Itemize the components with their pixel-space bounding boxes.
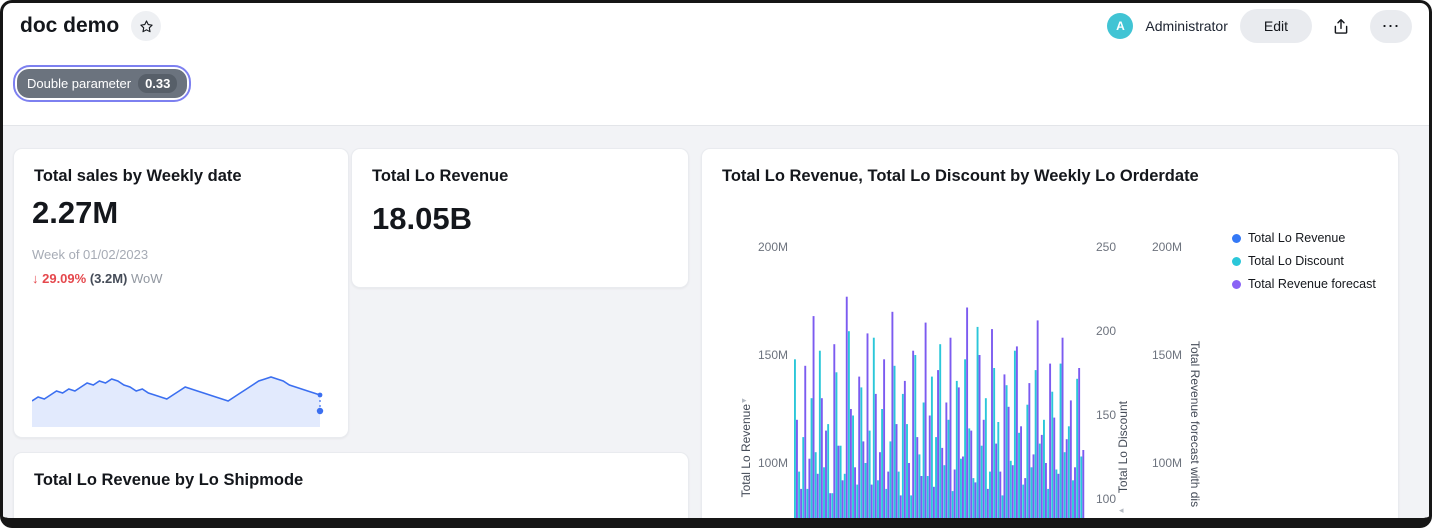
middle-axis-tick: 150: [1090, 408, 1116, 422]
middle-axis-tick: 250: [1090, 240, 1116, 254]
page-title: doc demo: [20, 14, 119, 38]
legend-dot-icon: [1232, 280, 1241, 289]
middle-axis-tick: 200: [1090, 324, 1116, 338]
legend-item-forecast[interactable]: Total Revenue forecast: [1232, 277, 1376, 291]
middle-axis-title: Total Lo Discount: [1116, 401, 1130, 493]
avatar[interactable]: A: [1107, 13, 1133, 39]
chart-legend: Total Lo Revenue Total Lo Discount Total…: [1232, 231, 1376, 291]
right-axis-tick: 100M: [1148, 456, 1182, 470]
parameter-chip[interactable]: Double parameter 0.33: [13, 65, 191, 102]
topbar: doc demo A Administrator Edit ⋯: [3, 3, 1429, 49]
parameter-label: Double parameter: [27, 76, 131, 91]
legend-dot-icon: [1232, 234, 1241, 243]
legend-label: Total Lo Revenue: [1248, 231, 1345, 245]
star-icon: [139, 19, 154, 34]
share-icon: [1332, 17, 1350, 36]
card-shipmode: Total Lo Revenue by Lo Shipmode: [13, 452, 689, 528]
card-title: Total Lo Revenue: [372, 167, 508, 186]
right-axis-title: Total Revenue forecast with dis: [1188, 341, 1202, 507]
delta-suffix: WoW: [131, 271, 163, 286]
right-axis-tick: 200M: [1148, 240, 1182, 254]
parameter-row: Double parameter 0.33: [3, 49, 1429, 102]
left-axis-title: Total Lo Revenue: [739, 404, 753, 497]
topbar-actions: A Administrator Edit ⋯: [1107, 9, 1412, 43]
card-title: Total sales by Weekly date: [34, 167, 242, 186]
card-total-sales: Total sales by Weekly date 2.27M Week of…: [13, 148, 349, 438]
card-title: Total Lo Revenue by Lo Shipmode: [34, 471, 303, 490]
legend-label: Total Lo Discount: [1248, 254, 1344, 268]
favorite-button[interactable]: [131, 11, 161, 41]
left-axis-tick: 100M: [752, 456, 788, 470]
left-axis-tick: 200M: [752, 240, 788, 254]
dashboard-canvas: Total sales by Weekly date 2.27M Week of…: [3, 125, 1429, 528]
axis-scroll-icon: ◂: [1119, 505, 1124, 516]
share-button[interactable]: [1324, 10, 1358, 42]
card-combo-chart: Total Lo Revenue, Total Lo Discount by W…: [701, 148, 1399, 528]
left-axis-tick: 150M: [752, 348, 788, 362]
delta-percent: ↓ 29.09%: [32, 271, 86, 286]
combo-bar-chart[interactable]: [794, 235, 1088, 528]
kpi-subtitle: Week of 01/02/2023: [32, 247, 148, 262]
legend-dot-icon: [1232, 257, 1241, 266]
kpi-delta: ↓ 29.09% (3.2M) WoW: [32, 271, 163, 286]
card-title: Total Lo Revenue, Total Lo Discount by W…: [722, 167, 1199, 186]
legend-item-discount[interactable]: Total Lo Discount: [1232, 254, 1376, 268]
edit-button[interactable]: Edit: [1240, 9, 1312, 43]
more-button[interactable]: ⋯: [1370, 10, 1412, 43]
parameter-value-badge: 0.33: [138, 74, 177, 93]
middle-axis-tick: 100: [1090, 492, 1116, 506]
legend-label: Total Revenue forecast: [1248, 277, 1376, 291]
sales-sparkline-chart[interactable]: [32, 337, 328, 429]
card-total-lo-revenue: Total Lo Revenue 18.05B: [351, 148, 689, 288]
legend-item-revenue[interactable]: Total Lo Revenue: [1232, 231, 1376, 245]
delta-amount: (3.2M): [90, 271, 128, 286]
parameter-chip-inner: Double parameter 0.33: [17, 69, 187, 98]
kpi-value: 2.27M: [32, 195, 118, 231]
kpi-value: 18.05B: [372, 201, 472, 237]
right-axis-tick: 150M: [1148, 348, 1182, 362]
app-window: doc demo A Administrator Edit ⋯ Double p…: [0, 0, 1432, 528]
more-icon: ⋯: [1382, 16, 1401, 37]
user-name: Administrator: [1145, 18, 1227, 34]
